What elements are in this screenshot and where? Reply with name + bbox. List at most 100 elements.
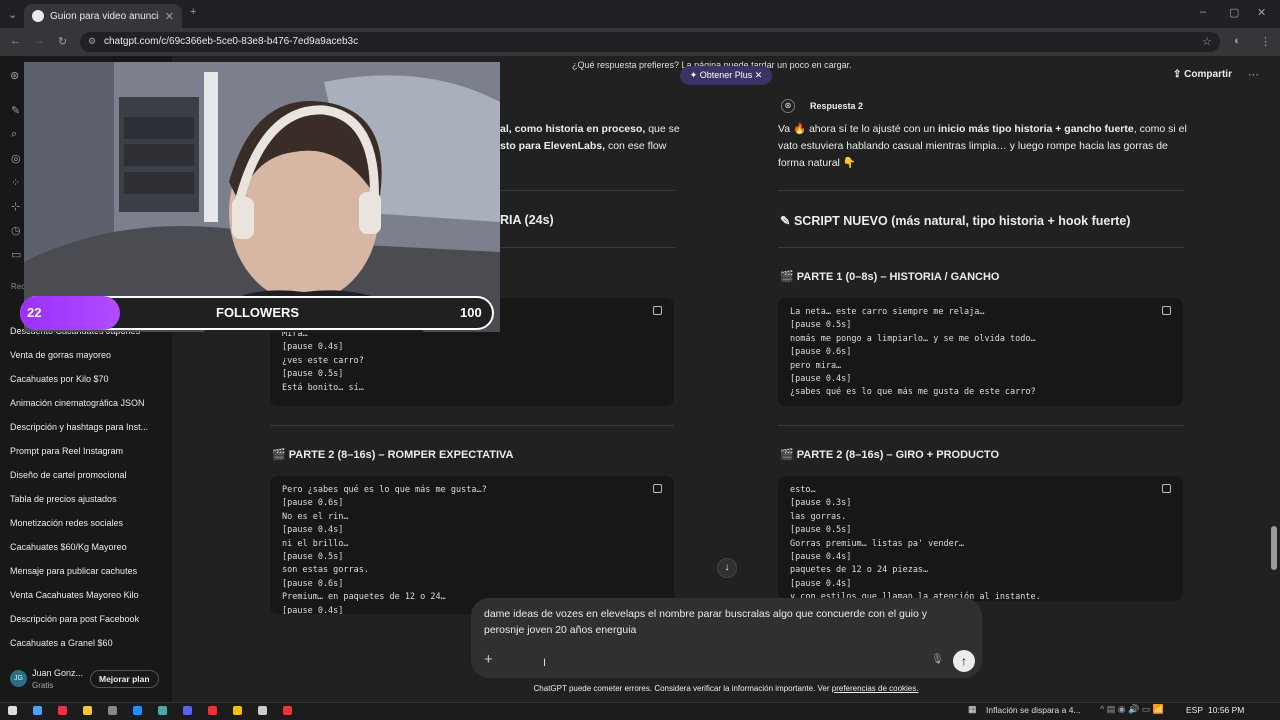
- taskbar-app-icon[interactable]: [283, 706, 292, 715]
- get-plus-label: Obtener Plus: [699, 70, 753, 80]
- clapper-icon: 🎬: [780, 449, 797, 461]
- taskbar-app-icon[interactable]: [258, 706, 267, 715]
- taskbar-app-icon[interactable]: [183, 706, 192, 715]
- language-indicator[interactable]: ESP: [1186, 705, 1203, 715]
- pencil-icon: ✎: [780, 214, 794, 228]
- chatgpt-favicon-icon: [32, 10, 44, 22]
- news-widget-icon[interactable]: ▦: [968, 704, 977, 715]
- avatar[interactable]: JG: [10, 670, 27, 687]
- disclaimer-text: ChatGPT puede cometer errores. Considera…: [533, 684, 832, 693]
- profile-icon[interactable]: ◐: [1234, 35, 1241, 47]
- library-icon[interactable]: ◎: [11, 152, 21, 165]
- left-divider-1: [500, 190, 675, 191]
- copy-icon[interactable]: [653, 484, 662, 493]
- new-tab-icon[interactable]: +: [190, 6, 196, 18]
- clapper-icon: 🎬: [780, 271, 797, 283]
- new-chat-icon[interactable]: ✎: [11, 104, 20, 117]
- sidebar-chat-item[interactable]: Diseño de cartel promocional: [10, 470, 127, 480]
- left-code-block-2: Pero ¿sabes qué es lo que más me gusta…?…: [270, 476, 674, 614]
- taskbar-app-icon[interactable]: [83, 706, 92, 715]
- prompt-input[interactable]: dame ideas de vozes en elevelaps el nomb…: [484, 606, 944, 638]
- sidebar-chat-item[interactable]: Venta Cacahuates Mayoreo Kilo: [10, 590, 139, 600]
- right-divider-1: [778, 190, 1184, 191]
- apps-icon[interactable]: ⁘: [11, 176, 20, 189]
- url-field[interactable]: chatgpt.com/c/69c366eb-5ce0-83e8-b476-7e…: [80, 32, 1220, 52]
- code-line: nomás me pongo a limpiarlo… y se me olvi…: [790, 333, 1036, 344]
- forward-icon[interactable]: →: [34, 35, 45, 47]
- scrollbar-thumb[interactable]: [1271, 526, 1277, 570]
- webcam-image: [24, 62, 500, 332]
- right-part1-heading: 🎬 PARTE 1 (0–8s) – HISTORIA / GANCHO: [780, 270, 1000, 283]
- taskbar-app-icon[interactable]: [233, 706, 242, 715]
- sidebar-chat-item[interactable]: Venta de gorras mayoreo: [10, 350, 111, 360]
- taskbar-app-icon[interactable]: [58, 706, 67, 715]
- tab-title: Guion para video anuncio: [50, 10, 159, 22]
- bookmark-star-icon[interactable]: ☆: [1202, 35, 1212, 48]
- right-intro: Va 🔥 ahora sí te lo ajusté con un inicio…: [778, 121, 1188, 172]
- code-line: ni el brillo…: [282, 538, 349, 549]
- code-line: [pause 0.5s]: [790, 320, 852, 331]
- clapper-icon: 🎬: [272, 449, 289, 461]
- chatgpt-avatar-icon: ⊛: [781, 99, 795, 113]
- code-line: [pause 0.4s]: [282, 342, 344, 353]
- site-info-icon[interactable]: ⚙: [88, 36, 96, 47]
- taskbar-app-icon[interactable]: [108, 706, 117, 715]
- sidebar-chat-item[interactable]: Monetización redes sociales: [10, 518, 123, 528]
- browser-tab[interactable]: Guion para video anuncio ✕: [24, 4, 182, 28]
- code-line: [pause 0.6s]: [282, 578, 344, 589]
- code-line: son estas gorras.: [282, 565, 369, 576]
- right-part2-text: PARTE 2 (8–16s) – GIRO + PRODUCTO: [796, 449, 999, 461]
- right-intro-b: inicio más tipo historia + gancho fuerte: [937, 123, 1134, 135]
- cookie-preferences-link[interactable]: preferencias de cookies.: [832, 684, 919, 693]
- sidebar-chat-item[interactable]: Tabla de precios ajustados: [10, 494, 117, 504]
- taskbar-app-icon[interactable]: [208, 706, 217, 715]
- sidebar-chat-item[interactable]: Prompt para Reel Instagram: [10, 446, 123, 456]
- left-heading-2: 🎬 PARTE 2 (8–16s) – ROMPER EXPECTATIVA: [272, 448, 514, 461]
- code-line: La neta… este carro siempre me relaja…: [790, 307, 985, 317]
- sidebar-chat-item[interactable]: Descripción para post Facebook: [10, 614, 139, 624]
- tray-icons[interactable]: ^ ▤ ◉ 🔊 ▭ 📶: [1100, 704, 1164, 715]
- gpts-icon[interactable]: ◷: [11, 224, 21, 237]
- add-attachment-icon[interactable]: +: [484, 651, 493, 668]
- scroll-down-button[interactable]: ↓: [717, 558, 737, 578]
- code-line: Está bonito… sí…: [282, 382, 364, 393]
- minimize-icon[interactable]: –: [1200, 6, 1206, 18]
- more-options-icon[interactable]: ⋯: [1248, 68, 1259, 81]
- clock[interactable]: 10:56 PM: [1208, 705, 1244, 715]
- share-button[interactable]: ⇪ Compartir: [1173, 69, 1232, 80]
- send-button[interactable]: ↑: [953, 650, 975, 672]
- close-tab-icon[interactable]: ✕: [165, 10, 174, 23]
- browser-menu-icon[interactable]: ⋮: [1260, 35, 1271, 48]
- sidebar-chat-item[interactable]: Cacahuates a Granel $60: [10, 638, 113, 648]
- sidebar-chat-item[interactable]: Animación cinematográfica JSON: [10, 398, 145, 408]
- close-window-icon[interactable]: ✕: [1257, 6, 1266, 19]
- back-icon[interactable]: ←: [10, 35, 21, 47]
- sidebar-chat-item[interactable]: Cacahuates por Kilo $70: [10, 374, 109, 384]
- sidebar-chat-item[interactable]: Cacahuates $60/Kg Mayoreo: [10, 542, 127, 552]
- close-plus-icon[interactable]: ✕: [752, 70, 763, 80]
- copy-icon[interactable]: [653, 306, 662, 315]
- code-line: [pause 0.6s]: [282, 498, 344, 509]
- tab-search-icon[interactable]: ⌄: [8, 8, 17, 21]
- upgrade-plan-button[interactable]: Mejorar plan: [90, 670, 159, 688]
- right-part2-heading: 🎬 PARTE 2 (8–16s) – GIRO + PRODUCTO: [780, 448, 999, 461]
- reload-icon[interactable]: ↻: [58, 35, 67, 48]
- microphone-icon[interactable]: 🎙: [931, 654, 944, 665]
- taskbar-app-icon[interactable]: [33, 706, 42, 715]
- sidebar-chat-item[interactable]: Mensaje para publicar cachutes: [10, 566, 137, 576]
- projects-icon[interactable]: ▭: [11, 248, 21, 261]
- copy-icon[interactable]: [1162, 484, 1171, 493]
- news-widget[interactable]: Inflación se dispara a 4...: [986, 705, 1081, 715]
- search-chats-icon[interactable]: ⌕: [11, 128, 17, 141]
- chatgpt-logo-icon[interactable]: ⊛: [10, 69, 19, 82]
- codex-icon[interactable]: ⊹: [11, 200, 20, 213]
- left-heading-2-text: PARTE 2 (8–16s) – ROMPER EXPECTATIVA: [288, 449, 514, 461]
- sidebar-chat-item[interactable]: Descripción y hashtags para Inst...: [10, 422, 148, 432]
- taskbar-app-icon[interactable]: [133, 706, 142, 715]
- get-plus-button[interactable]: ✦ Obtener Plus ✕: [680, 66, 772, 85]
- copy-icon[interactable]: [1162, 306, 1171, 315]
- maximize-icon[interactable]: ▢: [1229, 6, 1239, 19]
- left-heading-1: RIA (24s): [500, 213, 554, 227]
- taskbar-app-icon[interactable]: [158, 706, 167, 715]
- taskbar-app-icon[interactable]: [8, 706, 17, 715]
